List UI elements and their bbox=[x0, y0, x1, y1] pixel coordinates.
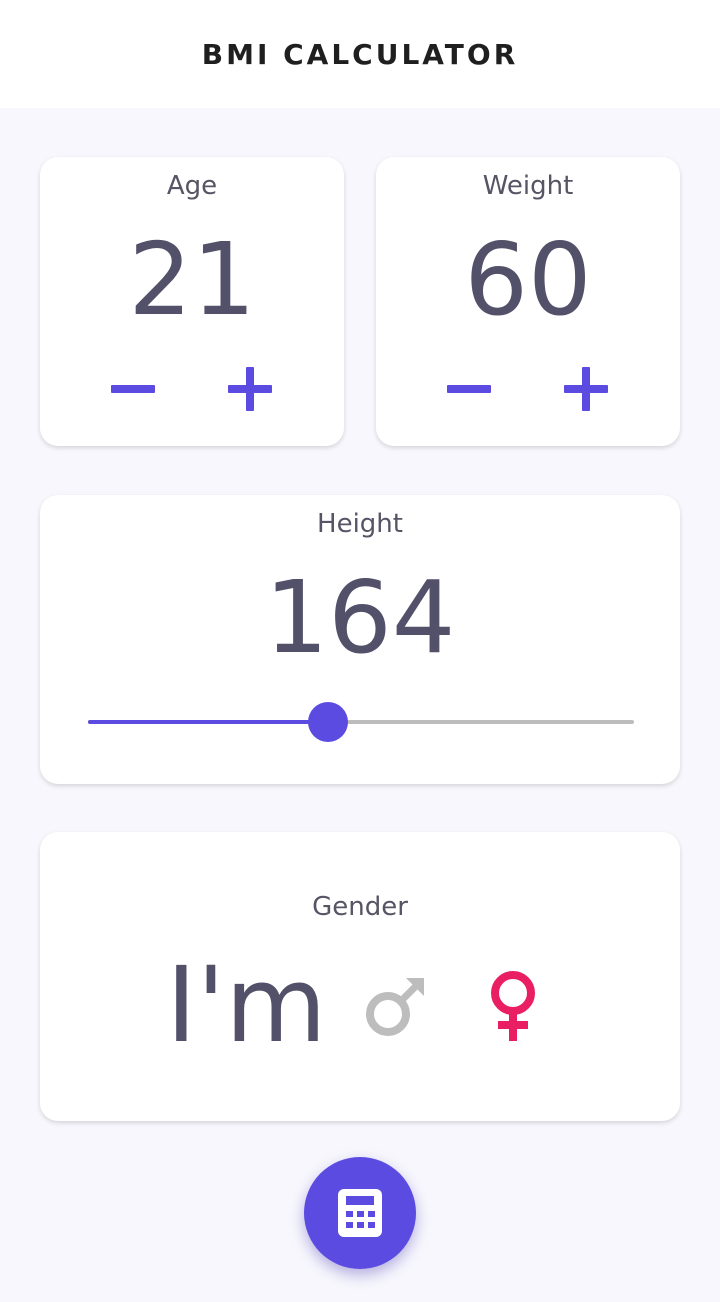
plus-icon bbox=[564, 367, 608, 411]
gender-label: Gender bbox=[312, 892, 408, 922]
calculate-button[interactable] bbox=[304, 1157, 416, 1269]
height-card: Height 164 bbox=[40, 495, 680, 784]
height-slider-fill bbox=[88, 720, 329, 724]
gender-card: Gender I'm bbox=[40, 832, 680, 1121]
age-value: 21 bbox=[128, 221, 256, 338]
height-slider-thumb[interactable] bbox=[308, 702, 349, 742]
age-card: Age 21 bbox=[40, 157, 344, 446]
age-label: Age bbox=[166, 171, 218, 201]
weight-label: Weight bbox=[482, 171, 574, 201]
age-decrement-button[interactable] bbox=[105, 361, 161, 417]
female-icon bbox=[491, 971, 535, 1041]
gender-prefix: I'm bbox=[166, 944, 327, 1066]
gender-female-button[interactable] bbox=[468, 962, 558, 1052]
app-title: BMI CALCULATOR bbox=[201, 37, 519, 71]
minus-icon bbox=[447, 385, 491, 393]
app-bar: BMI CALCULATOR bbox=[0, 0, 720, 108]
gender-male-button[interactable] bbox=[352, 960, 442, 1050]
calculator-icon bbox=[338, 1189, 382, 1237]
height-label: Height bbox=[317, 509, 403, 539]
age-increment-button[interactable] bbox=[222, 361, 278, 417]
height-slider[interactable] bbox=[88, 702, 634, 742]
plus-icon bbox=[228, 367, 272, 411]
minus-icon bbox=[111, 385, 155, 393]
weight-value: 60 bbox=[464, 221, 592, 338]
male-icon bbox=[366, 978, 424, 1036]
weight-card: Weight 60 bbox=[376, 157, 680, 446]
weight-decrement-button[interactable] bbox=[441, 361, 497, 417]
height-value: 164 bbox=[264, 559, 456, 676]
weight-increment-button[interactable] bbox=[558, 361, 614, 417]
